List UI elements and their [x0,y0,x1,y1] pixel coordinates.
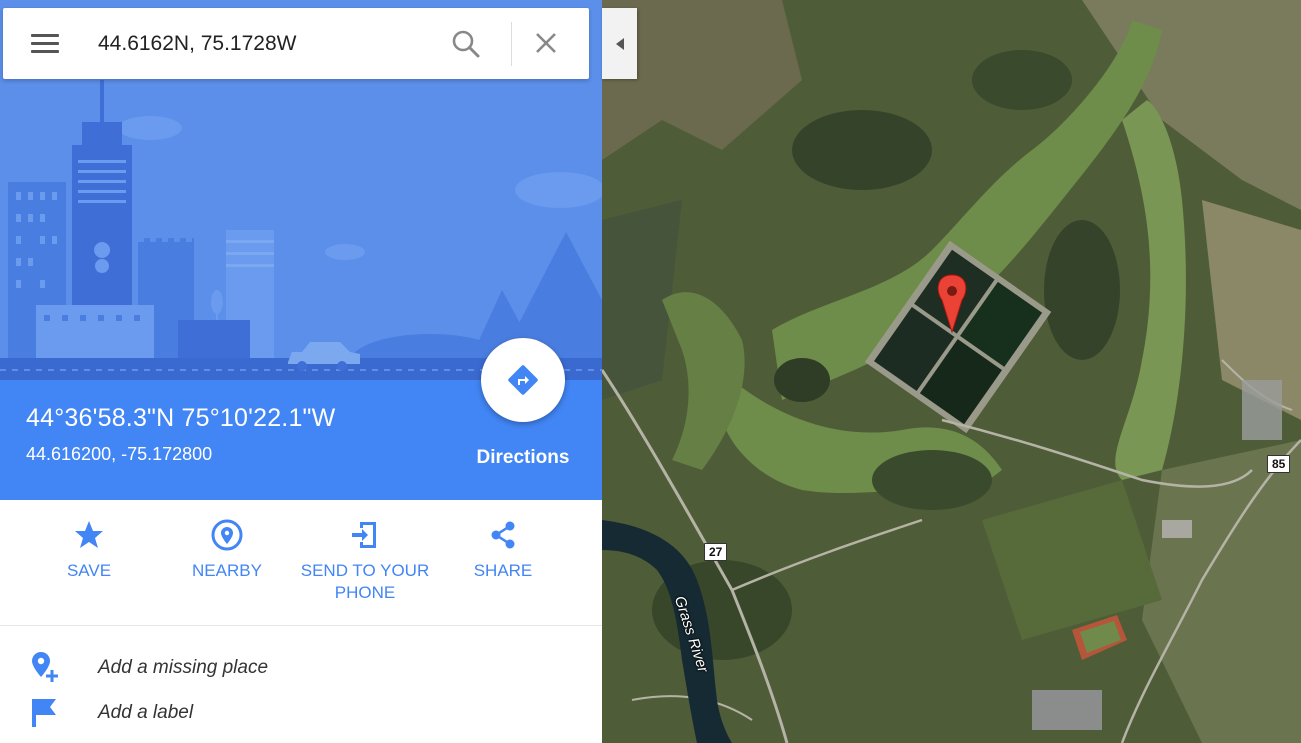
search-input[interactable] [98,26,438,62]
side-panel: 44°36'58.3"N 75°10'22.1"W 44.616200, -75… [0,0,602,743]
save-button[interactable]: SAVE [44,518,134,582]
directions-button[interactable] [481,338,565,422]
hamburger-menu-icon[interactable] [25,30,65,58]
add-missing-place-item[interactable]: Add a missing place [0,642,602,686]
satellite-map[interactable]: 85 27 Grass River [602,0,1301,743]
directions-label[interactable]: Directions [460,447,586,469]
save-label: SAVE [66,561,112,580]
actions-row: SAVE NEARBY SEND TO YOUR PHONE SHARE [0,500,602,626]
flag-icon [32,699,56,727]
share-label: SHARE [473,561,533,580]
search-icon[interactable] [451,29,491,63]
search-divider [511,22,512,66]
add-label-label: Add a label [98,702,194,723]
send-to-phone-icon [352,522,376,548]
add-place-icon [32,652,58,682]
route-shield-27: 27 [704,543,728,561]
satellite-imagery [602,0,1301,743]
close-icon[interactable] [531,28,571,62]
share-button[interactable]: SHARE [458,518,548,582]
send-to-phone-button[interactable]: SEND TO YOUR PHONE [300,518,430,604]
collapse-arrow-icon [616,38,624,50]
directions-icon [508,365,538,395]
coordinates-dms: 44°36'58.3"N 75°10'22.1"W [26,404,336,432]
nearby-button[interactable]: NEARBY [182,518,272,582]
route-shield-85: 85 [1267,455,1291,473]
share-icon [491,521,515,549]
add-missing-place-label: Add a missing place [98,657,269,678]
send-to-phone-label: SEND TO YOUR PHONE [300,561,430,602]
collapse-panel-button[interactable] [602,8,637,79]
star-icon [75,521,103,548]
nearby-pin-icon [211,519,243,551]
search-box [3,8,589,79]
nearby-label: NEARBY [192,561,262,580]
add-label-item[interactable]: Add a label [0,687,602,731]
coordinates-decimal: 44.616200, -75.172800 [26,444,213,464]
